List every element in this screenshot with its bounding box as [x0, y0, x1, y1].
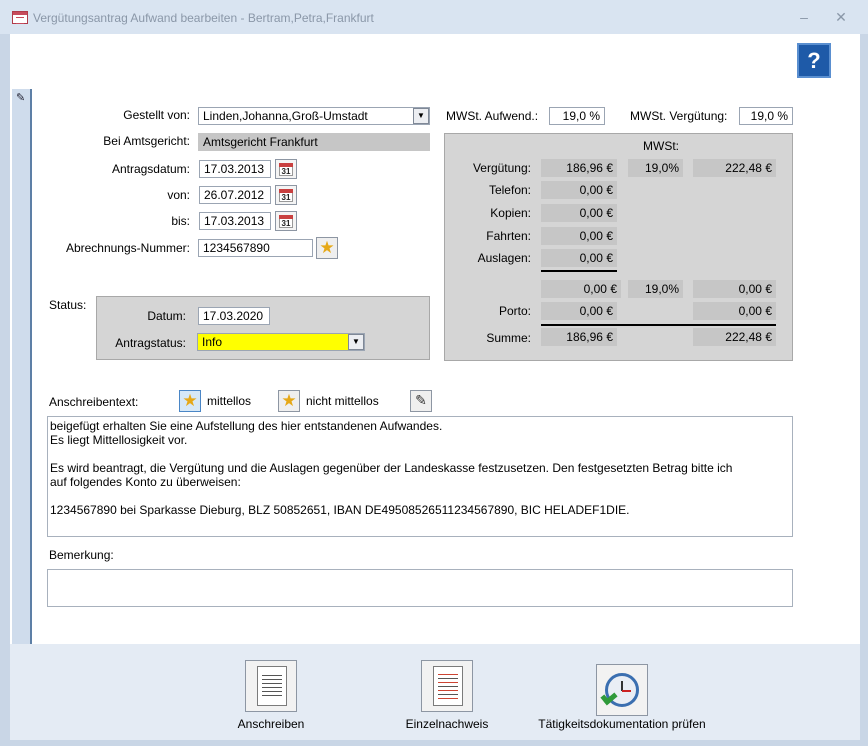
edit-pen-icon: ✎ [415, 392, 427, 408]
fahrten-value: 0,00 € [541, 227, 617, 245]
antragstatus-combo[interactable]: Info [197, 333, 365, 351]
subtotal-line [541, 270, 617, 272]
nicht-mittellos-label: nicht mittellos [306, 394, 379, 408]
mwst-aufwend-field[interactable]: 19,0 % [549, 107, 605, 125]
verguetung-rate: 19,0% [628, 159, 683, 177]
kopien-label: Kopien: [490, 206, 531, 220]
status-label: Status: [49, 298, 87, 312]
zwischen-total: 0,00 € [693, 280, 776, 298]
fahrten-label: Fahrten: [486, 229, 531, 243]
gestellt-von-combo[interactable]: Linden,Johanna,Groß-Umstadt [198, 107, 430, 125]
anschreiben-button-label: Anschreiben [237, 717, 305, 731]
mwst-verguetung-label: MWSt. Vergütung: [630, 109, 728, 123]
status-datum-label: Datum: [147, 309, 186, 323]
calendar-icon[interactable]: 31 [275, 159, 297, 179]
anschreiben-line: Es wird beantragt, die Vergütung und die… [50, 461, 733, 475]
help-icon: ? [807, 48, 821, 73]
porto-label: Porto: [498, 304, 531, 318]
anschreiben-line [50, 489, 790, 503]
zwischen-value: 0,00 € [541, 280, 621, 298]
edit-text-button[interactable]: ✎ [410, 390, 432, 412]
taetigkeitsdokumentation-button-label: Tätigkeitsdokumentation prüfen [538, 717, 706, 731]
verguetung-value: 186,96 € [541, 159, 617, 177]
summe-label: Summe: [486, 331, 531, 345]
einzelnachweis-button-label: Einzelnachweis [405, 717, 489, 731]
porto-value: 0,00 € [541, 302, 617, 320]
summe-total: 222,48 € [693, 328, 776, 346]
close-icon[interactable]: ✕ [834, 10, 848, 24]
antragsdatum-field[interactable]: 17.03.2013 [199, 160, 271, 178]
von-field[interactable]: 26.07.2012 [199, 186, 271, 204]
pencil-icon: ✎ [16, 92, 26, 104]
amtsgericht-field: Amtsgericht Frankfurt [198, 133, 430, 151]
anschreiben-line: beigefügt erhalten Sie eine Aufstellung … [50, 419, 443, 433]
kopien-value: 0,00 € [541, 204, 617, 222]
star-icon: ★ [281, 391, 297, 410]
telefon-label: Telefon: [488, 183, 531, 197]
auslagen-value: 0,00 € [541, 249, 617, 267]
anschreiben-line: auf folgendes Konto zu überweisen: [50, 475, 241, 489]
telefon-value: 0,00 € [541, 181, 617, 199]
record-selector[interactable]: ✎ [12, 89, 32, 644]
von-label: von: [167, 188, 190, 202]
mwst-verguetung-field[interactable]: 19,0 % [739, 107, 793, 125]
calendar-icon[interactable]: 31 [275, 185, 297, 205]
app-form-icon [12, 11, 28, 24]
abrechnungs-nummer-label: Abrechnungs-Nummer: [65, 241, 190, 255]
porto-total: 0,00 € [693, 302, 776, 320]
einzelnachweis-button[interactable] [421, 660, 473, 712]
verguetung-label: Vergütung: [472, 161, 531, 175]
star-icon[interactable]: ★ [316, 237, 338, 259]
chevron-down-icon[interactable]: ▼ [413, 108, 429, 124]
nicht-mittellos-button[interactable]: ★ [278, 390, 300, 412]
mittellos-label: mittellos [207, 394, 252, 408]
bemerkung-field[interactable] [47, 569, 793, 607]
abrechnungs-nummer-field[interactable]: 1234567890 [198, 239, 313, 257]
anschreiben-line: 1234567890 bei Sparkasse Dieburg, BLZ 50… [50, 503, 630, 517]
sum-line [541, 324, 776, 326]
bis-label: bis: [171, 214, 190, 228]
auslagen-label: Auslagen: [477, 251, 531, 265]
star-icon: ★ [182, 391, 198, 410]
calendar-icon[interactable]: 31 [275, 211, 297, 231]
antragsdatum-label: Antragsdatum: [111, 162, 190, 176]
mwst-header: MWSt: [643, 139, 679, 153]
taetigkeitsdokumentation-button[interactable] [596, 664, 648, 716]
clock-check-icon [600, 673, 639, 707]
anschreiben-line [50, 447, 790, 461]
verguetung-total: 222,48 € [693, 159, 776, 177]
bis-field[interactable]: 17.03.2013 [199, 212, 271, 230]
chevron-down-icon[interactable]: ▼ [348, 334, 364, 350]
bemerkung-label: Bemerkung: [49, 548, 114, 562]
title-bar: Vergütungsantrag Aufwand bearbeiten - Be… [0, 0, 868, 34]
document-icon [257, 666, 287, 706]
mittellos-button[interactable]: ★ [179, 390, 201, 412]
anschreibentext-label: Anschreibentext: [49, 395, 139, 409]
report-icon [433, 666, 463, 706]
zwischen-rate: 19,0% [628, 280, 683, 298]
anschreibentext-field[interactable]: beigefügt erhalten Sie eine Aufstellung … [47, 416, 793, 537]
status-datum-field[interactable]: 17.03.2020 [198, 307, 270, 325]
amtsgericht-label: Bei Amtsgericht: [103, 134, 190, 148]
window-title: Vergütungsantrag Aufwand bearbeiten - Be… [33, 11, 374, 25]
anschreiben-button[interactable] [245, 660, 297, 712]
anschreiben-line: Es liegt Mittellosigkeit vor. [50, 433, 188, 447]
mwst-aufwend-label: MWSt. Aufwend.: [446, 109, 539, 123]
minimize-icon[interactable]: – [797, 10, 811, 24]
gestellt-von-label: Gestellt von: [123, 108, 190, 122]
antragstatus-label: Antragstatus: [115, 336, 186, 350]
summe-value: 186,96 € [541, 328, 617, 346]
help-button[interactable]: ? [797, 43, 831, 78]
